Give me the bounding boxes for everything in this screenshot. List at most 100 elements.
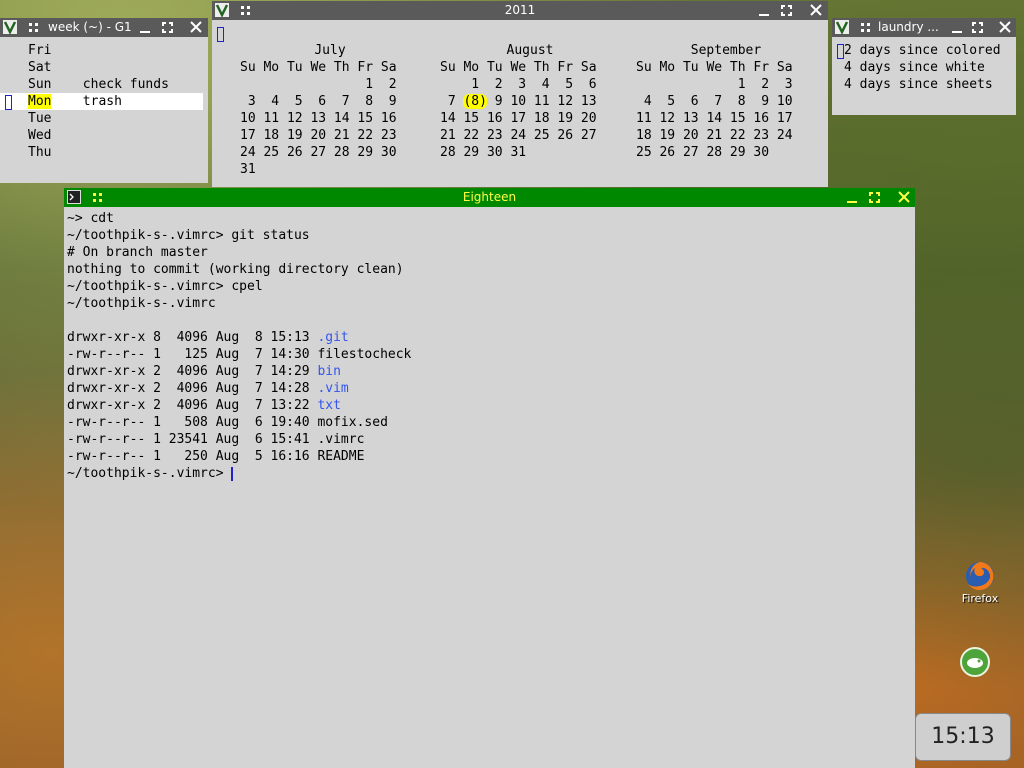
calendar-window[interactable]: 2011 July Su Mo Tu We Th Fr Sa 1 2 3 4 5… (212, 1, 828, 187)
calendar-week: 24 25 26 27 28 29 30 (240, 145, 397, 160)
calendar-week: 4 5 6 7 8 9 10 (636, 94, 793, 109)
laundry-line: 2 days since colored (844, 43, 1001, 58)
month-name: July (314, 43, 346, 58)
calendar-month-august: August Su Mo Tu We Th Fr Sa 1 2 3 4 5 6 … (440, 42, 620, 161)
calendar-week: 1 2 3 (636, 77, 793, 92)
listing-file-name: .vimrc (317, 432, 365, 447)
laundry-window-title: laundry ... (878, 20, 939, 34)
week-row-mon: Mon trash (28, 94, 122, 109)
week-row-sun: Sun check funds (28, 77, 169, 92)
laundry-line: 4 days since white (844, 60, 985, 75)
maximize-icon[interactable] (969, 19, 986, 36)
terminal-line: ~/toothpik-s-.vimrc (67, 296, 216, 311)
week-window-title: week (~) - G1 (48, 20, 132, 34)
terminal-titlebar[interactable]: Eighteen (64, 188, 915, 207)
calendar-week: 1 2 3 4 5 6 (440, 77, 597, 92)
calendar-week: 10 11 12 13 14 15 16 (240, 111, 397, 126)
week-task-mon: trash (82, 94, 122, 109)
week-row-wed: Wed (28, 128, 52, 143)
close-icon[interactable] (896, 189, 913, 206)
terminal-line: ~> cdt (67, 211, 114, 226)
terminal-line: nothing to commit (working directory cle… (67, 262, 404, 277)
close-icon[interactable] (188, 19, 205, 36)
terminal-line: ~/toothpik-s-.vimrc> git status (67, 228, 310, 243)
week-task-sun: check funds (82, 77, 169, 92)
weekday-header: Su Mo Tu We Th Fr Sa (440, 60, 597, 75)
listing-dir-name: .git (317, 330, 349, 345)
calendar-window-titlebar[interactable]: 2011 (212, 1, 828, 20)
listing-file-name: README (317, 449, 365, 464)
desktop-clock: 15:13 (915, 713, 1011, 761)
calendar-week: 3 4 5 6 7 8 9 (240, 94, 397, 109)
calendar-week: 31 (240, 162, 256, 177)
laundry-window[interactable]: laundry ... 2 days since colored 4 days … (832, 18, 1016, 115)
listing-row: -rw-r--r-- 1 23541 Aug 6 15:41 .vimrc (67, 432, 365, 447)
text-cursor (837, 44, 844, 59)
listing-row: -rw-r--r-- 1 508 Aug 6 19:40 mofix.sed (67, 415, 388, 430)
terminal-output[interactable]: ~> cdt ~/toothpik-s-.vimrc> git status #… (67, 210, 915, 768)
firefox-label: Firefox (961, 592, 999, 605)
terminal-cursor (231, 466, 234, 481)
vim-icon[interactable] (835, 20, 849, 34)
opensuse-desktop-icon[interactable] (958, 646, 992, 681)
calendar-week: 11 12 13 14 15 16 17 (636, 111, 793, 126)
week-row-thu: Thu (28, 145, 52, 160)
listing-dir-name: .vim (317, 381, 349, 396)
week-row-fri: Fri (28, 43, 52, 58)
maximize-icon[interactable] (866, 189, 883, 206)
minimize-icon[interactable] (844, 189, 861, 206)
text-cursor (217, 27, 224, 42)
calendar-month-september: September Su Mo Tu We Th Fr Sa 1 2 3 4 5… (636, 42, 816, 161)
calendar-week: 1 2 (240, 77, 397, 92)
move-grip-icon[interactable] (861, 23, 870, 32)
minimize-icon[interactable] (137, 19, 154, 36)
maximize-icon[interactable] (778, 2, 795, 19)
opensuse-icon (960, 647, 990, 677)
firefox-desktop-icon[interactable]: Firefox (950, 560, 1010, 605)
calendar-week: 25 26 27 28 29 30 (636, 145, 770, 160)
week-row-sat: Sat (28, 60, 52, 75)
calendar-week: 17 18 19 20 21 22 23 (240, 128, 397, 143)
terminal-line: ~/toothpik-s-.vimrc> cpel (67, 279, 263, 294)
listing-row: -rw-r--r-- 1 125 Aug 7 14:30 filestochec… (67, 347, 412, 362)
terminal-prompt[interactable]: ~/toothpik-s-.vimrc> (67, 465, 234, 482)
listing-row: drwxr-xr-x 8 4096 Aug 8 15:13 .git (67, 330, 349, 345)
terminal-window[interactable]: Eighteen ~> cdt ~/toothpik-s-.vimrc> git… (64, 188, 915, 768)
calendar-week-today: 7 (8) 9 10 11 12 13 (440, 94, 597, 109)
weekday-header: Su Mo Tu We Th Fr Sa (240, 60, 397, 75)
close-icon[interactable] (808, 2, 825, 19)
listing-row: drwxr-xr-x 2 4096 Aug 7 14:28 .vim (67, 381, 349, 396)
today-marker: (8) (463, 94, 487, 109)
calendar-week: 28 29 30 31 (440, 145, 527, 160)
close-icon[interactable] (997, 19, 1014, 36)
listing-file-name: filestocheck (317, 347, 412, 362)
maximize-icon[interactable] (159, 19, 176, 36)
month-name: August (506, 43, 554, 58)
terminal-title: Eighteen (462, 190, 517, 204)
move-grip-icon[interactable] (29, 23, 38, 32)
calendar-month-july: July Su Mo Tu We Th Fr Sa 1 2 3 4 5 6 7 … (240, 42, 420, 178)
calendar-week: 21 22 23 24 25 26 27 (440, 128, 597, 143)
listing-row: -rw-r--r-- 1 250 Aug 5 16:16 README (67, 449, 365, 464)
minimize-icon[interactable] (949, 19, 966, 36)
week-window[interactable]: week (~) - G1 Fri Sat Sun check funds Mo… (0, 18, 208, 183)
week-list: Fri Sat Sun check funds Mon trash Tue We… (0, 42, 208, 182)
weekday-header: Su Mo Tu We Th Fr Sa (636, 60, 793, 75)
calendar-week: 18 19 20 21 22 23 24 (636, 128, 793, 143)
laundry-window-titlebar[interactable]: laundry ... (832, 18, 1016, 37)
listing-file-name: mofix.sed (317, 415, 388, 430)
week-row-tue: Tue (28, 111, 52, 126)
calendar-window-title: 2011 (504, 3, 536, 17)
vim-icon[interactable] (3, 20, 17, 34)
listing-row: drwxr-xr-x 2 4096 Aug 7 13:22 txt (67, 398, 341, 413)
minimize-icon[interactable] (756, 2, 773, 19)
listing-row: drwxr-xr-x 2 4096 Aug 7 14:29 bin (67, 364, 341, 379)
calendar-week: 14 15 16 17 18 19 20 (440, 111, 597, 126)
text-cursor (5, 95, 12, 110)
month-name: September (690, 43, 762, 58)
week-window-titlebar[interactable]: week (~) - G1 (0, 18, 208, 37)
terminal-line: # On branch master (67, 245, 208, 260)
firefox-icon (966, 562, 994, 590)
listing-dir-name: txt (317, 398, 341, 413)
listing-dir-name: bin (317, 364, 341, 379)
